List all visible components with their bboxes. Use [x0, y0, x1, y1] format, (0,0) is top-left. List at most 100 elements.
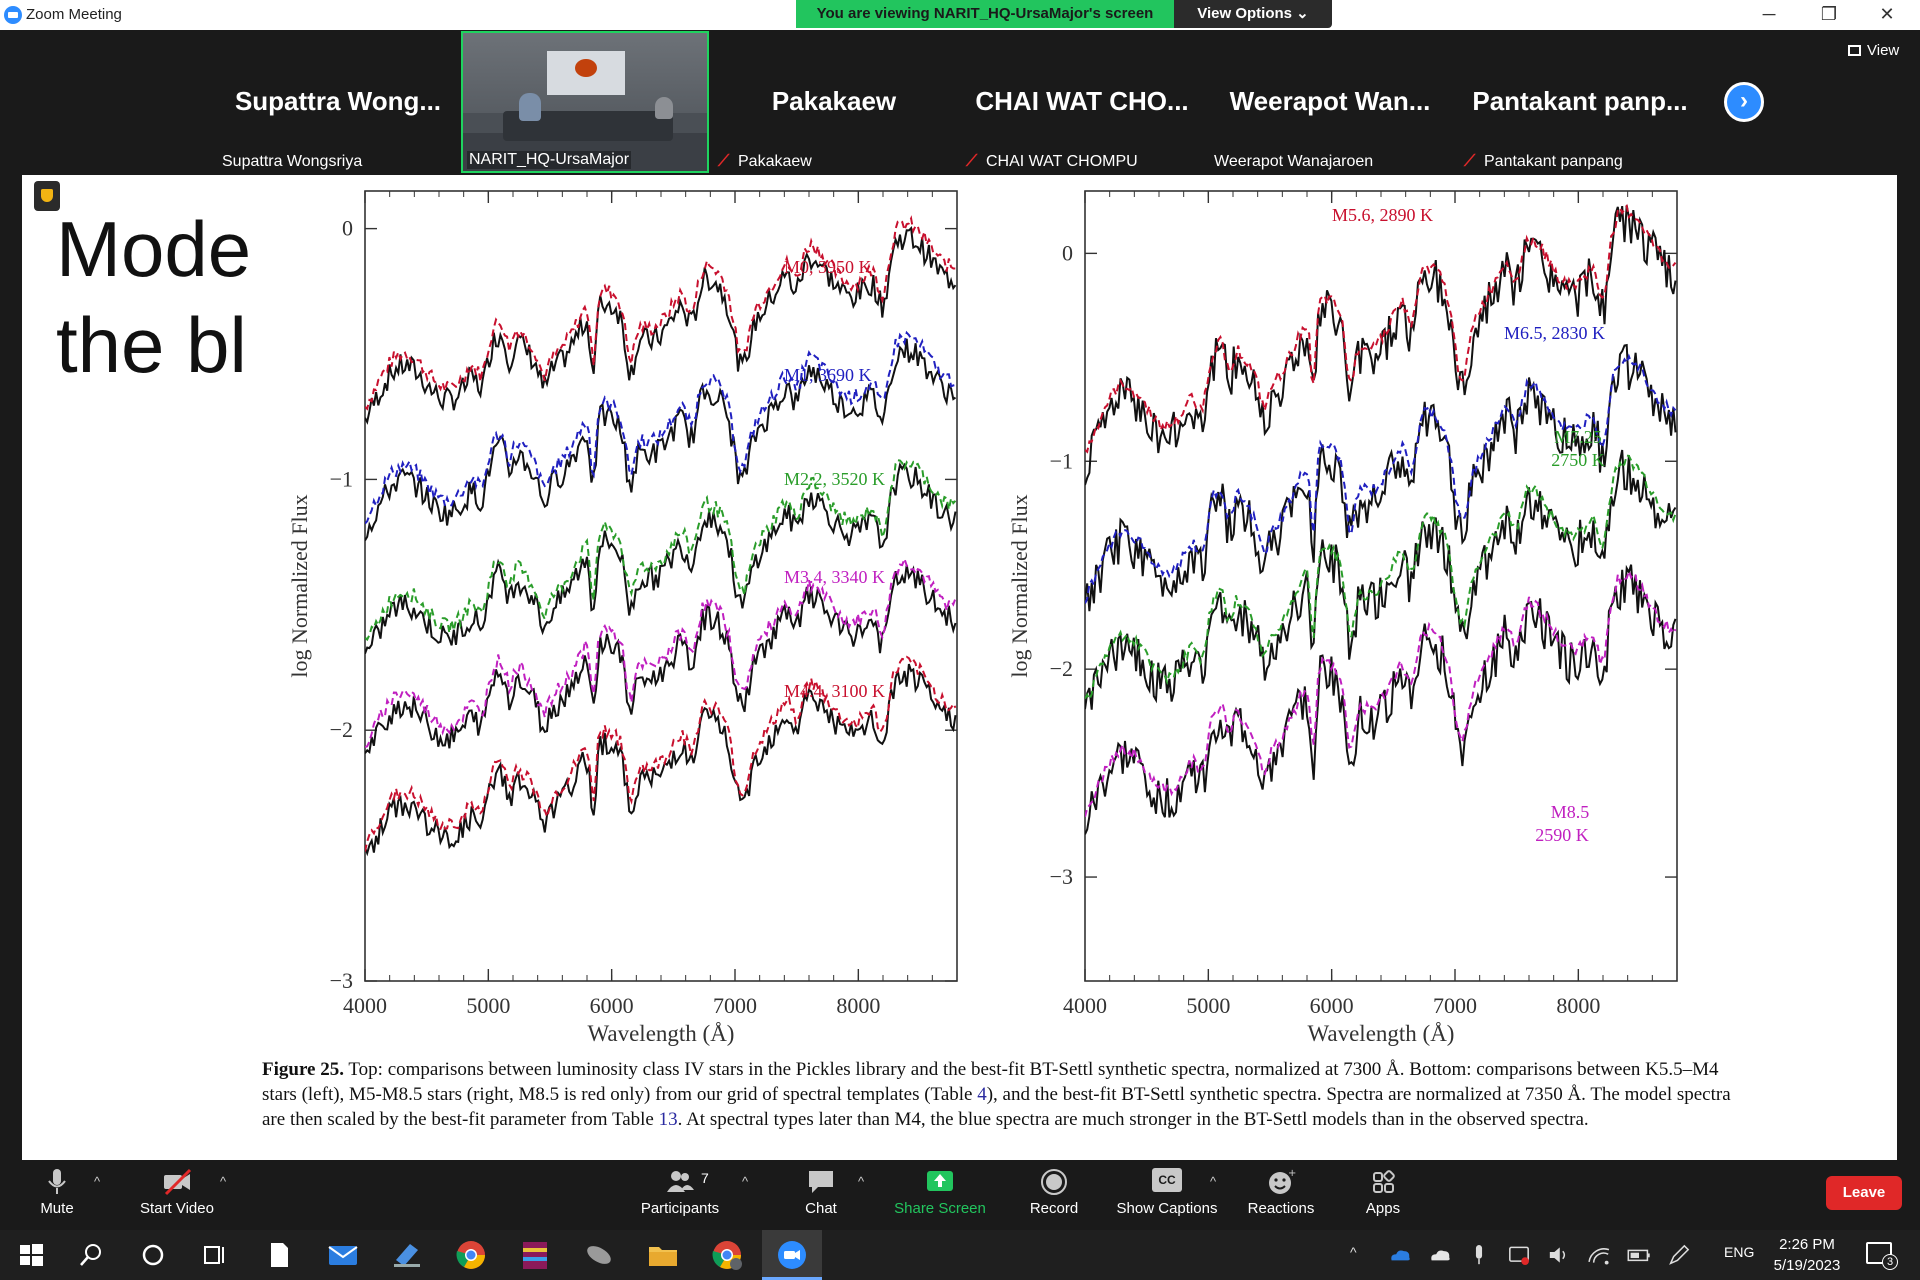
record-icon: [1041, 1169, 1067, 1195]
chat-options-caret[interactable]: ^: [858, 1174, 864, 1189]
apps-label: Apps: [1365, 1200, 1401, 1217]
participants-options-caret[interactable]: ^: [742, 1174, 748, 1189]
microphone-tray-icon[interactable]: [1466, 1242, 1492, 1268]
participant-name: CHAI WAT CHOMPU: [986, 153, 1138, 170]
notification-count: 3: [1882, 1254, 1898, 1270]
participant-tile[interactable]: Pantakant panp... ⟋ Pantakant panpang: [1458, 34, 1702, 174]
participants-label: Participants: [640, 1200, 720, 1217]
series-label: M0, 3950 K: [784, 257, 872, 277]
chrome-icon[interactable]: [454, 1238, 488, 1272]
mail-icon[interactable]: [326, 1238, 360, 1272]
participants-button[interactable]: 7 Participants: [625, 1168, 735, 1217]
video-options-caret[interactable]: ^: [220, 1174, 226, 1189]
language-indicator[interactable]: ENG: [1724, 1244, 1754, 1260]
show-hidden-icons-chevron[interactable]: ^: [1350, 1244, 1357, 1260]
onedrive-icon[interactable]: [1386, 1242, 1414, 1268]
muted-mic-icon: ⟋: [718, 153, 730, 170]
restore-button[interactable]: ❐: [1800, 0, 1858, 30]
windows-start-icon[interactable]: [14, 1238, 48, 1272]
zoom-logo-icon: [4, 6, 22, 24]
chat-label: Chat: [805, 1200, 837, 1217]
cortana-icon[interactable]: [136, 1238, 170, 1272]
muted-mic-icon: ⟋: [1464, 153, 1476, 170]
clock[interactable]: 2:26 PM 5/19/2023: [1762, 1234, 1852, 1276]
participants-icon: [667, 1171, 694, 1192]
security-tray-icon[interactable]: [1506, 1242, 1532, 1268]
participant-tile[interactable]: Supattra Wong... Supattra Wongsriya: [216, 34, 460, 174]
view-button[interactable]: View: [1848, 42, 1899, 59]
minimize-button[interactable]: ─: [1740, 0, 1798, 30]
table-link[interactable]: 13: [659, 1109, 678, 1130]
figure-panels: 4000 5000 6000 7000 8000 0 −1 −2 −3 Wavelength (Å…: [287, 190, 1678, 1046]
caption-text: . At spectral types later than M4, the b…: [677, 1109, 1589, 1130]
muted-mic-icon: ⟋: [966, 153, 978, 170]
captions-options-caret[interactable]: ^: [1210, 1174, 1216, 1189]
series-group: [1085, 564, 1677, 835]
next-page-button[interactable]: ›: [1724, 82, 1764, 122]
participant-display-name: Pakakaew: [771, 86, 897, 116]
reactions-button[interactable]: + Reactions: [1226, 1168, 1336, 1217]
feather-app-icon[interactable]: [582, 1238, 616, 1272]
apps-button[interactable]: Apps: [1328, 1168, 1438, 1217]
participant-name-label: ⟋ Pakakaew: [718, 153, 812, 171]
narit-logo-icon: [575, 59, 597, 77]
network-app-icon[interactable]: [390, 1238, 424, 1272]
participant-name-label: Supattra Wongsriya: [222, 153, 362, 171]
file-icon[interactable]: [262, 1238, 296, 1272]
participant-name-label: Weerapot Wanajaroen: [1214, 153, 1373, 171]
share-screen-button[interactable]: Share Screen: [885, 1168, 995, 1217]
y-axis-label: log Normalized Flux: [287, 494, 312, 677]
participant-tile[interactable]: Pakakaew ⟋ Pakakaew: [712, 34, 956, 174]
series-label: 2750 K: [1551, 450, 1605, 470]
audio-options-caret[interactable]: ^: [94, 1174, 100, 1189]
y-tick-label: −1: [1050, 448, 1073, 473]
series-label: M3.4, 3340 K: [784, 567, 885, 587]
zoom-window: Zoom Meeting You are viewing NARIT_HQ-Ur…: [0, 0, 1920, 1280]
notifications-icon[interactable]: 3: [1866, 1242, 1898, 1270]
participant-tile[interactable]: CHAI WAT CHO... ⟋ CHAI WAT CHOMPU: [960, 34, 1204, 174]
video-off-icon: [164, 1168, 192, 1196]
y-tick-label: −1: [330, 466, 353, 491]
participant-name: Weerapot Wanajaroen: [1214, 153, 1374, 170]
screen-share-banner: You are viewing NARIT_HQ-UrsaMajor's scr…: [796, 0, 1174, 28]
close-button[interactable]: ✕: [1858, 0, 1916, 30]
onedrive-personal-icon[interactable]: [1426, 1242, 1454, 1268]
model-spectrum-line: [365, 555, 957, 748]
participant-name-label: ⟋ CHAI WAT CHOMPU: [966, 153, 1138, 171]
show-captions-button[interactable]: CC Show Captions: [1112, 1168, 1222, 1217]
x-tick-label: 4000: [343, 993, 387, 1018]
participant-count: 7: [701, 1170, 709, 1186]
x-axis-label: Wavelength (Å): [588, 1021, 735, 1046]
x-tick-label: 8000: [1556, 993, 1600, 1018]
apps-icon: [1373, 1170, 1395, 1193]
closed-captions-icon: CC: [1152, 1168, 1182, 1192]
zoom-taskbar-icon[interactable]: [775, 1238, 809, 1272]
task-view-icon[interactable]: [198, 1238, 232, 1272]
wifi-icon[interactable]: [1586, 1242, 1612, 1268]
meeting-toolbar: Mute ^ Start Video ^ 7 Participants ^ Ch…: [0, 1160, 1920, 1230]
winrar-icon[interactable]: [518, 1238, 552, 1272]
x-tick-label: 4000: [1063, 993, 1107, 1018]
pen-icon[interactable]: [1666, 1242, 1692, 1268]
battery-icon[interactable]: [1626, 1242, 1652, 1268]
y-axis-label: log Normalized Flux: [1007, 494, 1032, 677]
volume-icon[interactable]: [1546, 1242, 1572, 1268]
title-bar: Zoom Meeting You are viewing NARIT_HQ-Ur…: [0, 0, 1920, 30]
window-title: Zoom Meeting: [26, 6, 122, 23]
x-tick-label: 8000: [836, 993, 880, 1018]
record-button[interactable]: Record: [999, 1168, 1109, 1217]
file-explorer-icon[interactable]: [646, 1238, 680, 1272]
leave-button[interactable]: Leave: [1826, 1176, 1902, 1210]
start-video-button[interactable]: Start Video: [122, 1168, 232, 1217]
reactions-icon: +: [1269, 1168, 1296, 1194]
participant-video-tile[interactable]: NARIT_HQ-UrsaMajor: [461, 31, 709, 173]
series-label: 2590 K: [1535, 825, 1589, 845]
view-options-button[interactable]: View Options ⌄: [1174, 0, 1332, 28]
y-tick-label: 0: [342, 216, 353, 241]
chrome-profile-icon[interactable]: [710, 1238, 744, 1272]
chevron-right-icon: ›: [1740, 87, 1748, 114]
participant-tile[interactable]: Weerapot Wan... Weerapot Wanajaroen: [1208, 34, 1452, 174]
table-link[interactable]: 4: [977, 1084, 987, 1105]
search-icon[interactable]: [74, 1238, 108, 1272]
participant-name-label: ⟋ Pantakant panpang: [1464, 153, 1623, 171]
